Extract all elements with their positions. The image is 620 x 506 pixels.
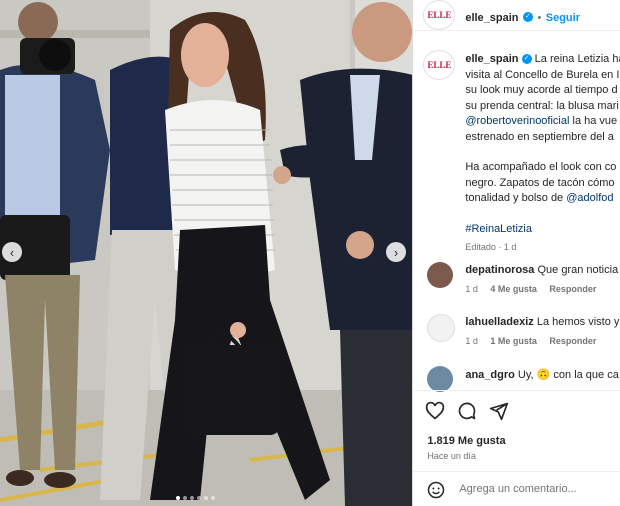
comment-age: 1 d (465, 336, 478, 346)
post-side-panel: ELLE elle_spain ✓ • Seguir ELLE elle_spa… (412, 0, 620, 506)
previous-photo-button[interactable]: ‹ (2, 242, 22, 262)
reply-button[interactable]: Responder (549, 336, 596, 346)
comment-likes[interactable]: 4 Me gusta (490, 284, 537, 294)
carousel-dot (176, 496, 180, 500)
verified-badge-icon: ✓ (522, 11, 533, 22)
commenter-avatar[interactable] (427, 262, 454, 288)
post-time: Hace un día (427, 451, 476, 461)
edited-label: Editado · 1 d (465, 242, 517, 252)
instagram-post: ‹ › ELLE elle_spain ✓ • Seguir ELLE elle… (0, 0, 620, 506)
post-header: ELLE elle_spain ✓ • Seguir (413, 0, 620, 31)
hashtag-link[interactable]: #ReinaLetizia (465, 222, 620, 238)
commenter-avatar[interactable] (427, 366, 454, 392)
comment-icon[interactable] (457, 401, 477, 421)
comment-text: La hemos visto y (536, 316, 620, 328)
comment-username[interactable]: lahuelladexiz (465, 316, 533, 328)
comment-text: Que gran noticia (537, 264, 619, 276)
caption-line: visita al Concello de Burela en I (465, 68, 620, 81)
commenter-avatar[interactable] (427, 314, 456, 342)
share-icon[interactable] (489, 401, 509, 421)
comment-text: Uy, 🙃 con la que ca (517, 369, 619, 381)
caption-username[interactable]: elle_spain (465, 53, 518, 65)
post-image (0, 0, 413, 506)
emoji-icon[interactable] (427, 481, 445, 499)
comment-likes[interactable]: 1 Me gusta (490, 336, 537, 346)
caption-line: La reina Letizia ha (534, 53, 620, 65)
verified-badge-icon: ✓ (521, 54, 532, 65)
likes-count[interactable]: 1.819 Me gusta (427, 435, 505, 447)
reply-button[interactable]: Responder (549, 284, 596, 294)
caption-line: Ha acompañado el look con co (465, 161, 617, 173)
post-photo[interactable]: ‹ › (0, 0, 413, 506)
caption-avatar[interactable]: ELLE (423, 50, 456, 80)
follow-button[interactable]: Seguir (546, 12, 580, 24)
add-comment-bar (413, 471, 620, 506)
carousel-dot (183, 496, 187, 500)
carousel-dot (211, 496, 215, 500)
caption-line: su prenda central: la blusa mari (465, 99, 619, 112)
add-comment-input[interactable] (457, 482, 620, 496)
heart-icon[interactable] (425, 401, 445, 421)
carousel-dot (190, 496, 194, 500)
carousel-dots (176, 496, 215, 500)
caption-line: estrenado en septiembre del a (465, 130, 614, 143)
comment-username[interactable]: ana_dgro (465, 369, 515, 381)
separator-dot: • (537, 12, 542, 24)
caption-line: su look muy acorde al tiempo d (465, 84, 618, 96)
post-actions: 1.819 Me gusta Hace un día (413, 390, 620, 506)
comment-username[interactable]: depatinorosa (465, 264, 534, 276)
caption-line: negro. Zapatos de tacón cómo (465, 176, 615, 189)
comment-age: 1 d (465, 284, 478, 294)
next-photo-button[interactable]: › (386, 242, 406, 262)
account-username[interactable]: elle_spain (465, 12, 518, 24)
bag-brand-mention-link[interactable]: @adolfod (566, 192, 613, 204)
carousel-dot (197, 496, 201, 500)
account-avatar[interactable]: ELLE (423, 0, 456, 30)
post-caption: elle_spain ✓ La reina Letizia ha visita … (465, 52, 620, 256)
designer-mention-link[interactable]: @robertoverinooficial (465, 115, 569, 127)
carousel-dot (204, 496, 208, 500)
caption-line: tonalidad y bolso de (465, 192, 567, 204)
caption-line: la ha vue (569, 115, 618, 127)
